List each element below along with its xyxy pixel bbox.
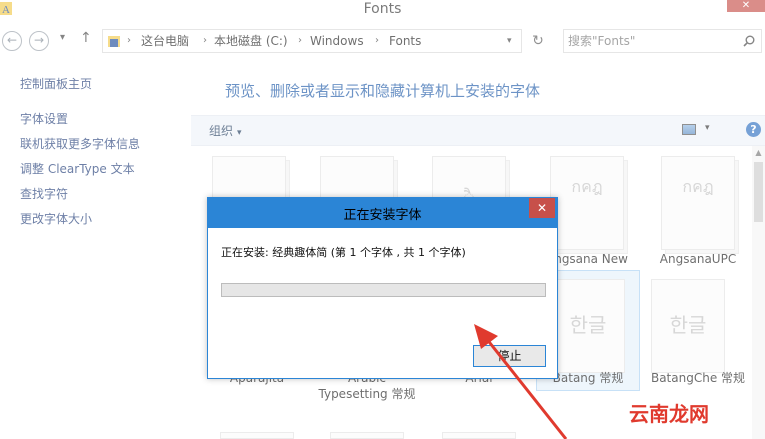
dialog-close-button[interactable]: ✕ <box>529 198 555 218</box>
install-fonts-dialog: 正在安装字体 ✕ 正在安装: 经典趣体简 (第 1 个字体 , 共 1 个字体)… <box>207 197 558 379</box>
dialog-titlebar: 正在安装字体 ✕ <box>208 198 557 228</box>
watermark-text: 云南龙网 <box>629 402 709 426</box>
install-progress-bar <box>221 283 546 297</box>
stop-button[interactable]: 停止 <box>473 345 546 367</box>
install-status-text: 正在安装: 经典趣体简 (第 1 个字体 , 共 1 个字体) <box>221 246 466 259</box>
dialog-title: 正在安装字体 <box>343 208 422 223</box>
